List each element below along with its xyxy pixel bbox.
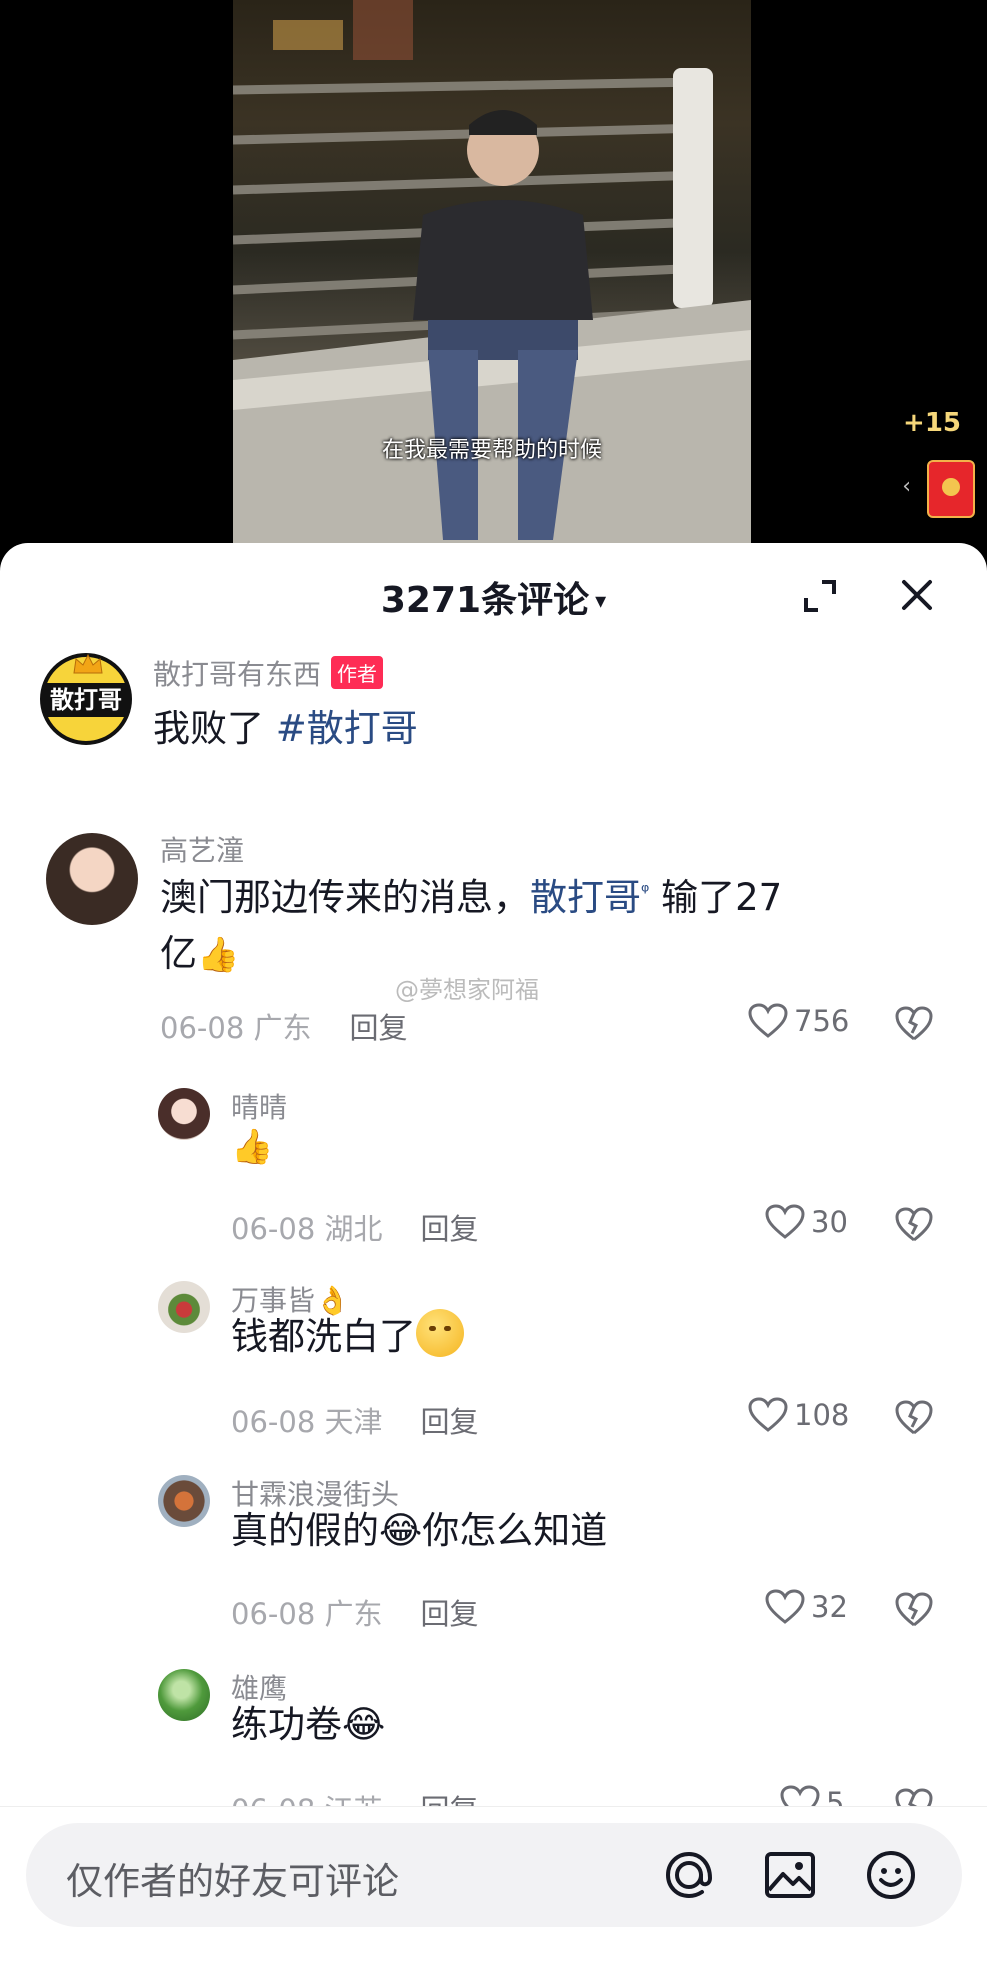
reply-button[interactable]: 回复 [421,1597,479,1631]
avatar[interactable] [158,1669,210,1721]
video-frame[interactable]: 在我最需要帮助的时候 [233,0,751,560]
comment-meta: 06-08 广东 回复 [160,1005,408,1047]
author-comment-body: 我败了 [153,707,276,750]
reply-button[interactable]: 回复 [421,1212,479,1246]
comment-text-part: 练功卷 [231,1703,342,1746]
avatar[interactable] [158,1281,210,1333]
thumbs-up-emoji: 👍 [197,935,240,975]
comment-date-region: 06-08 天津 [231,1405,383,1439]
avatar-text: 散打哥 [44,683,128,717]
author-badge: 作者 [331,656,384,689]
author-comment-text: 我败了 #散打哥 [153,698,418,752]
laughing-emoji: 😂 [342,1703,386,1746]
heart-icon [765,1204,805,1239]
comment-sheet: 3271条评论 ▾ 散打哥 散打哥有东西 作者 我败了 #散打哥 高艺潼 澳门那边传… [0,543,987,1974]
reply-button[interactable]: 回复 [350,1011,408,1045]
heart-icon [748,1003,788,1038]
crown-icon [73,653,103,674]
comment-text-part: 你怎么知道 [422,1509,608,1552]
like-button[interactable]: 756 [748,1003,849,1039]
reward-count: +15 [903,408,961,438]
dislike-heart-icon[interactable] [895,1591,933,1629]
heart-icon [748,1397,788,1432]
like-count: 32 [811,1590,848,1624]
caret-down-icon: ▾ [595,589,607,614]
comment-text: 澳门那边传来的消息，散打哥ᵠ 输了27 亿👍 [160,863,920,983]
like-count: 756 [794,1004,850,1038]
video-player[interactable]: 在我最需要帮助的时候 +15 ‹ [0,0,987,560]
comment-item: 甘霖浪漫街头 真的假的😂你怎么知道 06-08 广东 回复 32 [0,1475,987,1631]
dislike-heart-icon[interactable] [895,1005,933,1043]
comment-text: 👍 [231,1118,273,1175]
like-button[interactable]: 30 [765,1204,848,1240]
comment-text-part: 钱都洗白了 [231,1315,416,1358]
comment-text-part: 输了27 [649,876,783,919]
comment-count-label: 3271条评论 [380,580,590,621]
emoji-icon[interactable] [860,1844,922,1906]
comment-text-part: 真的假的 [231,1509,379,1552]
at-mention-icon[interactable] [658,1844,720,1906]
comment-meta: 06-08 广东 回复 [231,1591,479,1633]
author-name[interactable]: 散打哥有东西 作者 [153,653,384,693]
avatar[interactable] [46,833,138,925]
video-scene [233,0,751,560]
comment-text-part: 澳门那边传来的消息， [160,876,530,919]
comment-meta: 06-08 天津 回复 [231,1399,479,1441]
red-envelope-icon[interactable] [927,460,975,518]
comment-text: 真的假的😂你怎么知道 [231,1503,607,1559]
comment-input[interactable]: 仅作者的好友可评论 [26,1823,962,1927]
author-name-text: 散打哥有东西 [153,658,322,691]
laughing-emoji: 😂 [379,1509,423,1552]
image-icon[interactable] [759,1844,821,1906]
comment-input-bar: 仅作者的好友可评论 [0,1806,987,1974]
comment-meta: 06-08 湖北 回复 [231,1206,479,1248]
hashtag-link[interactable]: #散打哥 [276,707,418,750]
author-post: 散打哥 散打哥有东西 作者 我败了 #散打哥 [0,653,987,763]
comment-sheet-header: 3271条评论 ▾ [0,543,987,645]
like-count: 108 [794,1398,850,1432]
mention-link[interactable]: 散打哥 [530,876,641,919]
close-icon[interactable] [898,576,936,614]
avatar[interactable] [158,1088,210,1140]
comment-date-region: 06-08 广东 [160,1011,312,1045]
like-button[interactable]: 32 [765,1589,848,1625]
comment-item: 晴晴 👍 06-08 湖北 回复 30 [0,1088,987,1246]
dislike-heart-icon[interactable] [895,1399,933,1437]
comment-date-region: 06-08 湖北 [231,1212,383,1246]
expand-icon[interactable] [800,576,840,616]
comment-text-part: 亿 [160,932,197,975]
comment-text: 钱都洗白了 [231,1309,464,1365]
comment-item: 万事皆👌 钱都洗白了 06-08 天津 回复 108 [0,1281,987,1439]
comment-date-region: 06-08 广东 [231,1597,383,1631]
watermark-text: @夢想家阿福 [395,976,539,1004]
thumbs-up-emoji: 👍 [231,1127,274,1167]
avatar[interactable] [158,1475,210,1527]
comment-text: 练功卷😂 [231,1697,385,1753]
reward-expand-arrow[interactable]: ‹ [902,474,911,499]
like-count: 30 [811,1205,848,1239]
heart-icon [765,1589,805,1624]
dislike-heart-icon[interactable] [895,1206,933,1244]
reply-button[interactable]: 回复 [421,1405,479,1439]
video-subtitle: 在我最需要帮助的时候 [381,438,602,463]
smirk-emoji [416,1309,464,1357]
like-button[interactable]: 108 [748,1397,849,1433]
comment-input-placeholder: 仅作者的好友可评论 [66,1860,399,1903]
avatar[interactable]: 散打哥 [40,653,132,745]
